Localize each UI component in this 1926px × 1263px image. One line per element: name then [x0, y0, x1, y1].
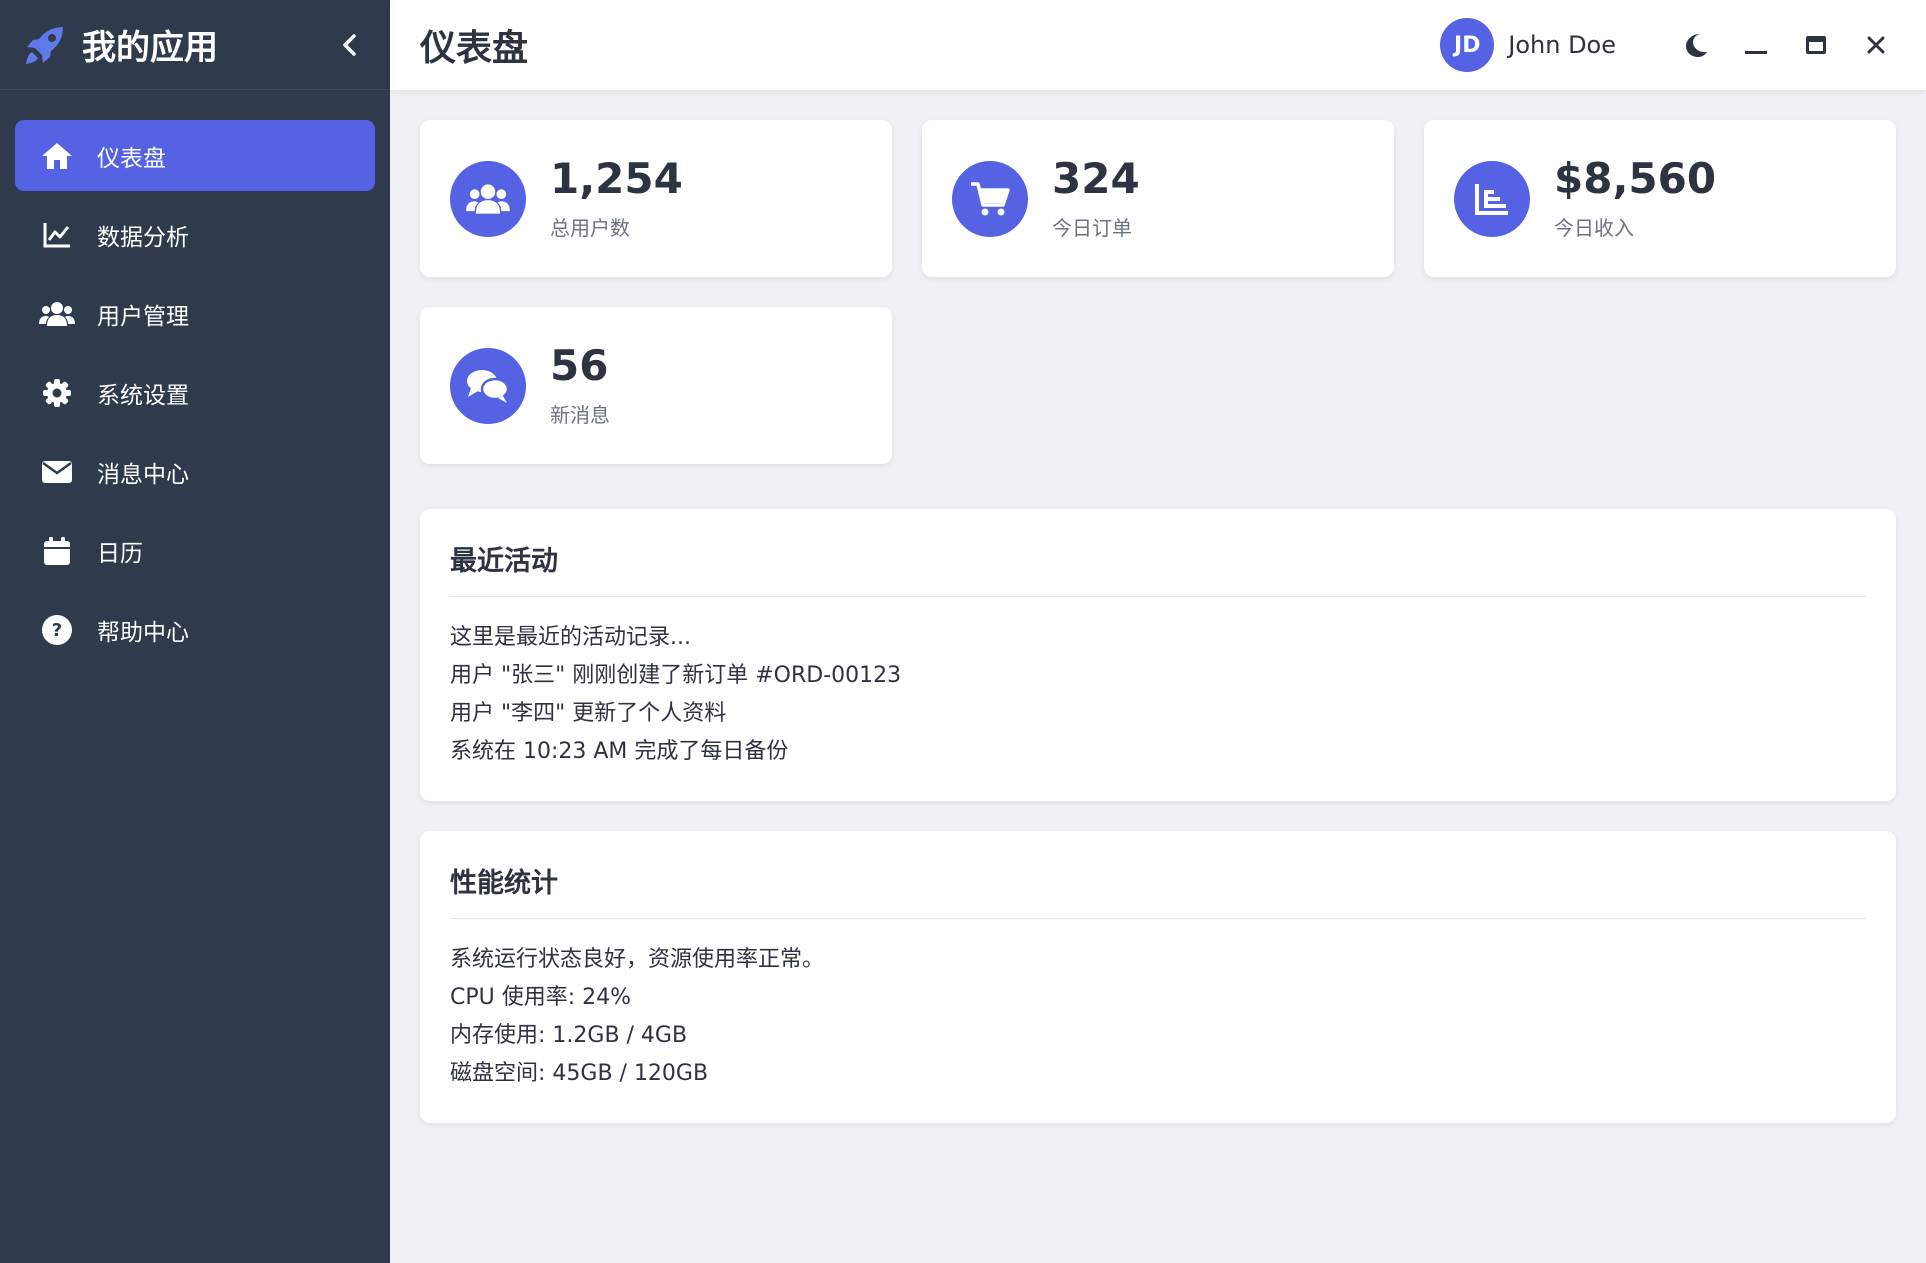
performance-line: CPU 使用率: 24%	[450, 985, 632, 1010]
stat-value: $8,560	[1554, 153, 1717, 203]
activity-line: 系统在 10:23 AM 完成了每日备份	[450, 739, 789, 764]
sidebar-item-label: 消息中心	[97, 461, 189, 488]
sidebar-item-dashboard[interactable]: 仪表盘	[15, 120, 375, 191]
performance-line: 系统运行状态良好，资源使用率正常。	[450, 947, 825, 972]
sidebar-item-users[interactable]: 用户管理	[15, 278, 375, 349]
dark-mode-toggle[interactable]	[1676, 25, 1716, 65]
envelope-icon	[39, 454, 75, 490]
users-icon	[39, 296, 75, 332]
avatar[interactable]: JD	[1440, 18, 1495, 72]
panel-title: 性能统计	[450, 861, 1866, 919]
top-header: 仪表盘 JD John Doe	[390, 0, 1926, 90]
sidebar-item-analytics[interactable]: 数据分析	[15, 199, 375, 270]
minimize-icon	[1745, 51, 1767, 54]
maximize-button[interactable]	[1796, 25, 1836, 65]
performance-line: 内存使用: 1.2GB / 4GB	[450, 1023, 688, 1048]
sidebar-item-label: 用户管理	[97, 303, 189, 330]
stat-value: 324	[1052, 153, 1140, 203]
stat-label: 今日收入	[1554, 216, 1634, 241]
bar-chart-icon	[1454, 160, 1530, 237]
user-menu[interactable]: JD John Doe	[1440, 18, 1616, 72]
moon-icon	[1686, 34, 1707, 57]
page-title: 仪表盘	[420, 28, 529, 69]
activity-line: 这里是最近的活动记录...	[450, 625, 691, 650]
activity-line: 用户 "李四" 更新了个人资料	[450, 701, 727, 726]
collapse-sidebar-button[interactable]	[332, 27, 368, 63]
sidebar-item-messages[interactable]: 消息中心	[15, 436, 375, 507]
home-icon	[39, 138, 75, 174]
recent-activity-panel: 最近活动 这里是最近的活动记录... 用户 "张三" 刚刚创建了新订单 #ORD…	[420, 509, 1896, 801]
performance-line: 磁盘空间: 45GB / 120GB	[450, 1061, 709, 1086]
svg-text:?: ?	[52, 620, 62, 641]
performance-panel: 性能统计 系统运行状态良好，资源使用率正常。 CPU 使用率: 24% 内存使用…	[420, 831, 1896, 1123]
cart-icon	[952, 160, 1028, 237]
stat-card-revenue: $8,560 今日收入	[1424, 120, 1896, 277]
sidebar-item-label: 数据分析	[97, 224, 189, 251]
close-icon	[1867, 36, 1885, 54]
minimize-button[interactable]	[1736, 25, 1776, 65]
stat-value: 1,254	[550, 153, 683, 203]
chevron-left-icon	[343, 33, 356, 56]
rocket-icon	[22, 22, 68, 68]
sidebar-item-settings[interactable]: 系统设置	[15, 357, 375, 428]
sidebar-nav: 仪表盘 数据分析 用户管理 系统设置 消息中心 日历 ? 帮助中心	[0, 90, 390, 665]
main-content: 1,254 总用户数 324 今日订单 $8,560 今日收入 56 新消息 最…	[390, 90, 1926, 1263]
comments-icon	[450, 347, 526, 424]
stat-label: 新消息	[550, 403, 610, 428]
calendar-icon	[39, 533, 75, 569]
sidebar-item-label: 仪表盘	[97, 145, 166, 172]
users-icon	[450, 160, 526, 237]
stat-cards: 1,254 总用户数 324 今日订单 $8,560 今日收入 56 新消息	[420, 120, 1896, 464]
stat-label: 总用户数	[550, 216, 630, 241]
panel-title: 最近活动	[450, 539, 1866, 597]
stat-label: 今日订单	[1052, 216, 1132, 241]
gear-icon	[39, 375, 75, 411]
stat-card-messages: 56 新消息	[420, 307, 892, 464]
sidebar: 我的应用 仪表盘 数据分析 用户管理 系统设置 消息中心 日历 ? 帮助中心	[0, 0, 390, 1263]
close-button[interactable]	[1856, 25, 1896, 65]
app-title: 我的应用	[82, 28, 218, 68]
brand: 我的应用	[0, 0, 390, 90]
stat-card-orders: 324 今日订单	[922, 120, 1394, 277]
question-circle-icon: ?	[39, 612, 75, 648]
sidebar-item-label: 日历	[97, 540, 143, 567]
sidebar-item-label: 系统设置	[97, 382, 189, 409]
maximize-icon	[1806, 36, 1826, 54]
line-chart-icon	[39, 217, 75, 253]
sidebar-item-calendar[interactable]: 日历	[15, 515, 375, 586]
sidebar-item-help[interactable]: ? 帮助中心	[15, 594, 375, 665]
activity-line: 用户 "张三" 刚刚创建了新订单 #ORD-00123	[450, 663, 902, 688]
stat-value: 56	[550, 340, 609, 390]
stat-card-users: 1,254 总用户数	[420, 120, 892, 277]
sidebar-item-label: 帮助中心	[97, 619, 189, 646]
user-name[interactable]: John Doe	[1508, 31, 1616, 59]
